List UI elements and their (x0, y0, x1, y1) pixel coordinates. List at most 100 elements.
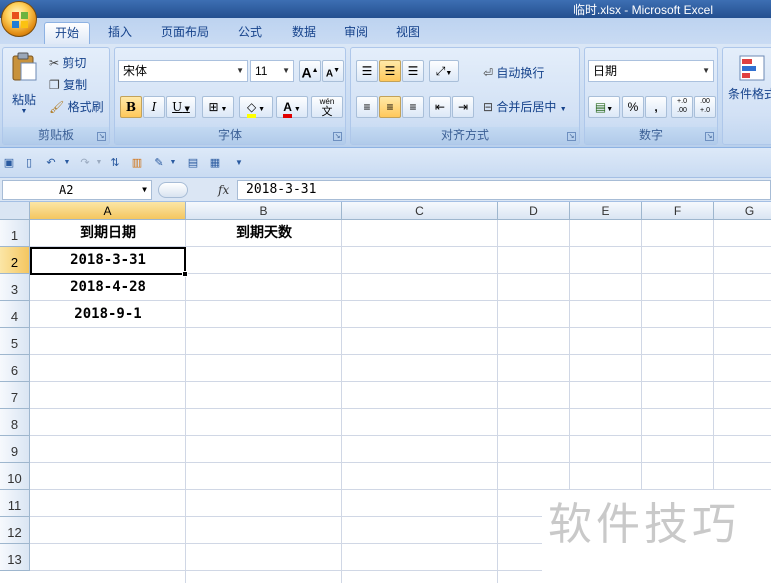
chevron-down-icon[interactable]: ▼ (92, 156, 106, 170)
sort-icon[interactable]: ⇅ (108, 156, 122, 170)
currency-button[interactable]: ▤▼ (588, 96, 620, 118)
edit-icon[interactable]: ✎ (152, 156, 166, 170)
underline-button[interactable]: U ▼ (166, 96, 196, 118)
gridline (30, 435, 771, 436)
cell-a4[interactable]: 2018-9-1 (30, 301, 186, 328)
form-icon[interactable]: ▤ (186, 156, 200, 170)
calculator-icon[interactable]: ▦ (208, 156, 222, 170)
wrap-text-icon: ⏎ (483, 66, 494, 80)
row-header-13[interactable]: 13 (0, 544, 30, 571)
font-name-select[interactable]: 宋体 ▼ (118, 60, 248, 82)
row-header-3[interactable]: 3 (0, 274, 30, 301)
column-header-e[interactable]: E (570, 202, 642, 220)
expand-handle-icon[interactable] (158, 182, 188, 198)
increase-indent-button[interactable]: ⇥ (452, 96, 474, 118)
customize-toolbar-icon[interactable]: ▼ (232, 156, 246, 170)
wrap-text-button[interactable]: ⏎ 自动换行 (483, 64, 544, 81)
paste-button[interactable]: 粘贴 ▼ (7, 52, 41, 122)
row-header-5[interactable]: 5 (0, 328, 30, 355)
font-size-select[interactable]: 11 ▼ (250, 60, 294, 82)
alignment-group: ☰ ☰ ☰ ⤢▼ ⏎ 自动换行 ≡ ≡ ≡ ⇤ ⇥ ⊟ 合并后居中 ▼ 对齐方式… (350, 47, 580, 145)
tab-data[interactable]: 数据 (282, 22, 326, 44)
cell-a1[interactable]: 到期日期 (30, 220, 186, 247)
align-middle-button[interactable]: ☰ (379, 60, 401, 82)
cell-b1[interactable]: 到期天数 (186, 220, 342, 247)
dialog-launcher-icon[interactable]: ↘ (333, 132, 342, 141)
row-header-9[interactable]: 9 (0, 436, 30, 463)
decrease-indent-button[interactable]: ⇤ (429, 96, 451, 118)
tab-page-layout[interactable]: 页面布局 (152, 22, 218, 44)
increase-decimal-button[interactable]: +.0 .00 (671, 96, 693, 118)
row-header-6[interactable]: 6 (0, 355, 30, 382)
copy-button[interactable]: ❐ 复制 (49, 76, 87, 93)
tab-insert[interactable]: 插入 (98, 22, 142, 44)
office-button[interactable] (1, 1, 37, 37)
ribbon-tabs: 开始 插入 页面布局 公式 数据 审阅 视图 (0, 18, 771, 44)
row-header-4[interactable]: 4 (0, 301, 30, 328)
tab-home[interactable]: 开始 (44, 22, 90, 44)
column-header-g[interactable]: G (714, 202, 771, 220)
chevron-down-icon: ▼ (291, 106, 301, 113)
select-all-corner[interactable] (0, 202, 30, 220)
font-color-button[interactable]: A ▼ (276, 96, 308, 118)
merge-center-button[interactable]: ⊟ 合并后居中 ▼ (483, 98, 567, 115)
grow-font-button[interactable]: A▲ (299, 60, 321, 82)
chevron-down-icon[interactable]: ▼ (60, 156, 74, 170)
column-header-f[interactable]: F (642, 202, 714, 220)
styles-group: 条件格式 (722, 47, 771, 145)
chevron-down-icon: ▼ (559, 106, 567, 113)
fill-color-button[interactable]: ◇ ▼ (239, 96, 273, 118)
cut-label: 剪切 (62, 56, 87, 70)
new-document-icon[interactable]: ▯ (22, 156, 36, 170)
column-header-b[interactable]: B (186, 202, 342, 220)
align-center-button[interactable]: ≡ (379, 96, 401, 118)
align-left-button[interactable]: ≡ (356, 96, 378, 118)
orientation-button[interactable]: ⤢▼ (429, 60, 459, 82)
decrease-decimal-button[interactable]: .00 +.0 (694, 96, 716, 118)
italic-button[interactable]: I (143, 96, 165, 118)
borders-button[interactable]: ⊞ ▼ (202, 96, 234, 118)
tab-view[interactable]: 视图 (386, 22, 430, 44)
chevron-down-icon[interactable]: ▼ (142, 181, 147, 199)
phonetic-button[interactable]: wén 文 (311, 96, 343, 118)
comma-button[interactable]: , (645, 96, 667, 118)
conditional-format-icon (739, 55, 765, 81)
align-bottom-button[interactable]: ☰ (402, 60, 424, 82)
shrink-font-button[interactable]: A▼ (322, 60, 344, 82)
redo-icon[interactable]: ↷ (78, 156, 92, 170)
align-top-button[interactable]: ☰ (356, 60, 378, 82)
row-header-7[interactable]: 7 (0, 382, 30, 409)
save-icon[interactable]: ▣ (2, 156, 16, 170)
name-box[interactable]: A2 ▼ (2, 180, 152, 200)
row-header-1[interactable]: 1 (0, 220, 30, 247)
row-header-12[interactable]: 12 (0, 517, 30, 544)
bold-button[interactable]: B (120, 96, 142, 118)
format-painter-button[interactable]: 🖌 格式刷 (49, 98, 104, 115)
dialog-launcher-icon[interactable]: ↘ (97, 132, 106, 141)
row-header-8[interactable]: 8 (0, 409, 30, 436)
column-header-d[interactable]: D (498, 202, 570, 220)
cell-a3[interactable]: 2018-4-28 (30, 274, 186, 301)
conditional-format-button[interactable]: 条件格式 (727, 54, 771, 102)
insert-function-button[interactable]: fx (218, 180, 229, 200)
percent-button[interactable]: % (622, 96, 644, 118)
number-format-select[interactable]: 日期 ▼ (588, 60, 714, 82)
fill-handle[interactable] (182, 271, 188, 277)
chart-icon[interactable]: ▥ (130, 156, 144, 170)
align-bottom-icon: ☰ (407, 64, 419, 78)
cut-button[interactable]: ✂ 剪切 (49, 54, 86, 71)
column-header-a[interactable]: A (30, 202, 186, 220)
row-header-2[interactable]: 2 (0, 247, 30, 274)
row-header-10[interactable]: 10 (0, 463, 30, 490)
formula-input[interactable]: 2018-3-31 (237, 180, 771, 200)
dialog-launcher-icon[interactable]: ↘ (705, 132, 714, 141)
tab-review[interactable]: 审阅 (334, 22, 378, 44)
align-right-button[interactable]: ≡ (402, 96, 424, 118)
fill-bucket-icon: ◇ (246, 100, 257, 118)
tab-formulas[interactable]: 公式 (228, 22, 272, 44)
row-header-11[interactable]: 11 (0, 490, 30, 517)
undo-icon[interactable]: ↶ (44, 156, 58, 170)
column-header-c[interactable]: C (342, 202, 498, 220)
dialog-launcher-icon[interactable]: ↘ (567, 132, 576, 141)
chevron-down-icon[interactable]: ▼ (166, 156, 180, 170)
